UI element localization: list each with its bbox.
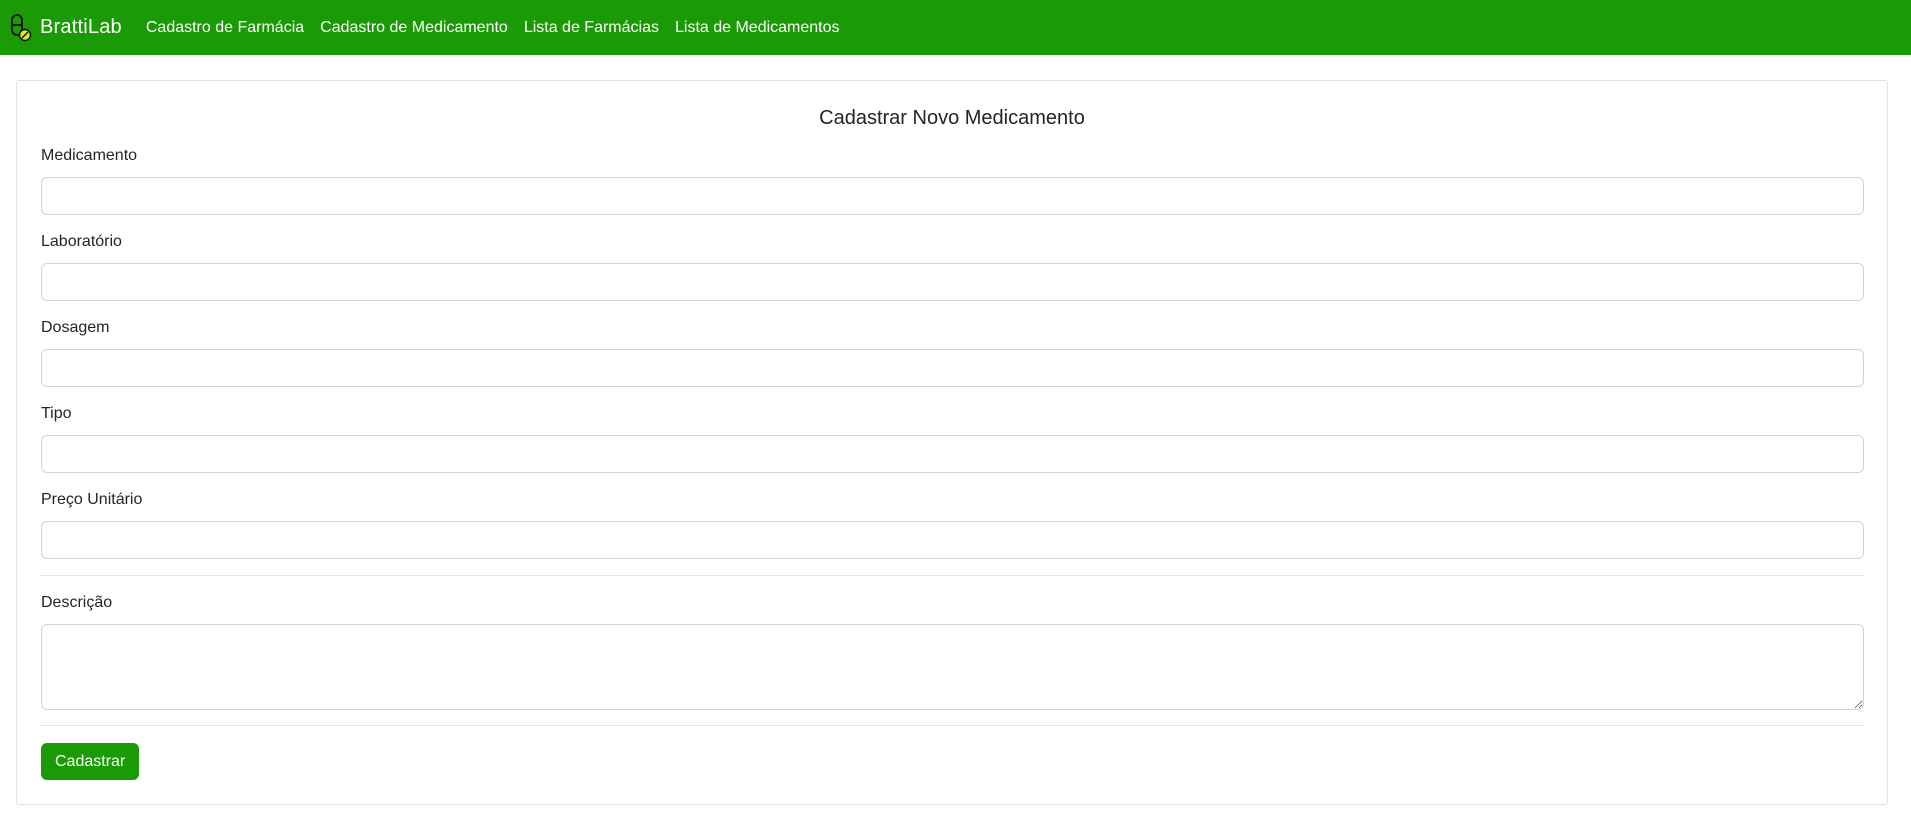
brand-name: BrattiLab [40,16,122,38]
form-title: Cadastrar Novo Medicamento [819,107,1085,129]
nav-links: Cadastro de Farmácia Cadastro de Medicam… [146,19,856,37]
descricao-textarea[interactable] [41,624,1864,710]
nav-link-cadastro-farmacia[interactable]: Cadastro de Farmácia [146,19,304,37]
medicamento-input[interactable] [41,177,1864,215]
nav-link-lista-medicamentos[interactable]: Lista de Medicamentos [675,19,840,37]
preco-unitario-input[interactable] [41,521,1864,559]
cadastrar-button[interactable]: Cadastrar [41,743,140,780]
dosagem-input[interactable] [41,349,1864,387]
medicamento-label: Medicamento [41,147,138,164]
tipo-label: Tipo [41,405,72,422]
top-navbar: BrattiLab Cadastro de Farmácia Cadastro … [0,0,1911,55]
form-divider [41,575,1864,576]
laboratorio-input[interactable] [41,263,1864,301]
descricao-label: Descrição [41,594,113,611]
dosagem-label: Dosagem [41,319,110,336]
laboratorio-label: Laboratório [41,233,122,250]
brand-link[interactable]: BrattiLab [10,13,122,43]
form-divider-bottom [41,725,1864,726]
nav-link-cadastro-medicamento[interactable]: Cadastro de Medicamento [320,19,508,37]
medication-form-card: Cadastrar Novo Medicamento Medicamento L… [16,80,1888,805]
pill-icon [11,13,32,41]
tipo-input[interactable] [41,435,1864,473]
nav-link-lista-farmacias[interactable]: Lista de Farmácias [524,19,659,37]
preco-unitario-label: Preço Unitário [41,491,143,508]
